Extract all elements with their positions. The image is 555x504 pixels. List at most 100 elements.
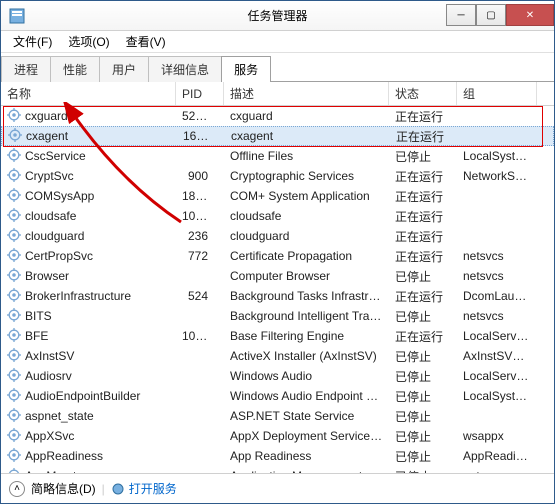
service-group: LocalService... — [457, 329, 537, 343]
service-desc: Certificate Propagation — [224, 249, 389, 263]
tab-users[interactable]: 用户 — [99, 56, 149, 82]
tab-services[interactable]: 服务 — [221, 56, 271, 82]
gear-icon — [7, 388, 21, 405]
gear-icon — [7, 148, 21, 165]
table-row[interactable]: cloudguard236cloudguard正在运行 — [1, 226, 554, 246]
service-group: wsappx — [457, 429, 537, 443]
table-row[interactable]: BrokerInfrastructure 524Background Tasks … — [1, 286, 554, 306]
service-desc: Offline Files — [224, 149, 389, 163]
menu-view[interactable]: 查看(V) — [118, 31, 174, 52]
service-pid: 1696 — [177, 129, 225, 143]
table-row[interactable]: CscServiceOffline Files已停止LocalSystem... — [1, 146, 554, 166]
service-desc: Computer Browser — [224, 269, 389, 283]
table-row[interactable]: AppXSvcAppX Deployment Service (A...已停止w… — [1, 426, 554, 446]
service-pid: 772 — [176, 249, 224, 263]
table-row[interactable]: BFE1008Base Filtering Engine正在运行LocalSer… — [1, 326, 554, 346]
service-status: 已停止 — [389, 448, 457, 465]
minimize-button[interactable]: ─ — [446, 4, 476, 26]
gear-icon — [7, 228, 21, 245]
service-pid: 1828 — [176, 189, 224, 203]
service-status: 正在运行 — [390, 128, 458, 145]
col-header-desc[interactable]: 描述 — [224, 82, 389, 105]
gear-icon — [7, 108, 21, 125]
service-desc: cloudsafe — [224, 209, 389, 223]
service-pid: 524 — [176, 289, 224, 303]
service-name: AudioEndpointBuilder — [25, 389, 140, 403]
service-status: 已停止 — [389, 148, 457, 165]
table-row[interactable]: AudiosrvWindows Audio已停止LocalService... — [1, 366, 554, 386]
service-group: netsvcs — [457, 269, 537, 283]
service-pid: 1072 — [176, 209, 224, 223]
service-group: LocalSystem... — [457, 149, 537, 163]
service-pid: 236 — [176, 229, 224, 243]
service-desc: ASP.NET State Service — [224, 409, 389, 423]
table-row[interactable]: AudioEndpointBuilder Windows Audio Endpoi… — [1, 386, 554, 406]
service-name: AppXSvc — [25, 429, 74, 443]
service-group: AppReadiness — [457, 449, 537, 463]
service-name: CertPropSvc — [25, 249, 93, 263]
service-status: 已停止 — [389, 368, 457, 385]
gear-icon — [8, 128, 22, 145]
open-services-link[interactable]: 打开服务 — [111, 480, 177, 497]
service-desc: Windows Audio Endpoint Buil... — [224, 389, 389, 403]
tab-processes[interactable]: 进程 — [1, 56, 51, 82]
gear-icon — [7, 368, 21, 385]
service-name: BrokerInfrastructure — [25, 289, 131, 303]
table-row[interactable]: cxagent1696cxagent正在运行 — [1, 126, 554, 146]
table-row[interactable]: CryptSvc900Cryptographic Services正在运行Net… — [1, 166, 554, 186]
table-row[interactable]: COMSysApp1828COM+ System Application正在运行 — [1, 186, 554, 206]
tab-details[interactable]: 详细信息 — [148, 56, 222, 82]
gear-icon — [7, 348, 21, 365]
service-pid: 1008 — [176, 329, 224, 343]
service-desc: Base Filtering Engine — [224, 329, 389, 343]
service-group: AxInstSVGroup — [457, 349, 537, 363]
service-desc: Background Intelligent Transf... — [224, 309, 389, 323]
tab-performance[interactable]: 性能 — [50, 56, 100, 82]
service-desc: Background Tasks Infrastruct... — [224, 289, 389, 303]
table-row[interactable]: cloudsafe1072cloudsafe正在运行 — [1, 206, 554, 226]
service-group: LocalSystem... — [457, 389, 537, 403]
table-row[interactable]: CertPropSvc772Certificate Propagation正在运… — [1, 246, 554, 266]
service-status: 已停止 — [389, 308, 457, 325]
service-status: 已停止 — [389, 268, 457, 285]
service-status: 已停止 — [389, 348, 457, 365]
service-pid: 900 — [176, 169, 224, 183]
service-status: 正在运行 — [389, 228, 457, 245]
service-name: cxagent — [26, 129, 68, 143]
table-row[interactable]: Browser Computer Browser已停止netsvcs — [1, 266, 554, 286]
title-bar[interactable]: 任务管理器 ─ ▢ ✕ — [1, 1, 554, 31]
table-row[interactable]: BITS Background Intelligent Transf...已停止n… — [1, 306, 554, 326]
maximize-button[interactable]: ▢ — [476, 4, 506, 26]
table-row[interactable]: aspnet_stateASP.NET State Service已停止 — [1, 406, 554, 426]
gear-icon — [7, 268, 21, 285]
table-row[interactable]: AxInstSVActiveX Installer (AxInstSV)已停止A… — [1, 346, 554, 366]
gear-icon — [7, 248, 21, 265]
col-header-name[interactable]: 名称 — [1, 82, 176, 105]
tab-bar: 进程 性能 用户 详细信息 服务 — [1, 55, 554, 82]
service-group: netsvcs — [457, 249, 537, 263]
col-header-status[interactable]: 状态 — [389, 82, 457, 105]
service-group: netsvcs — [457, 309, 537, 323]
menu-file[interactable]: 文件(F) — [5, 31, 60, 52]
service-desc: COM+ System Application — [224, 189, 389, 203]
table-header: 名称 PID 描述 状态 组 — [1, 82, 554, 106]
service-desc: cxguard — [224, 109, 389, 123]
gear-icon — [7, 328, 21, 345]
service-name: Browser — [25, 269, 69, 283]
service-status: 正在运行 — [389, 168, 457, 185]
table-row[interactable]: AppReadinessApp Readiness已停止AppReadiness — [1, 446, 554, 466]
chevron-up-icon[interactable]: ˄ — [9, 481, 25, 497]
col-header-pid[interactable]: PID — [176, 82, 224, 105]
service-desc: ActiveX Installer (AxInstSV) — [224, 349, 389, 363]
close-button[interactable]: ✕ — [506, 4, 554, 26]
col-header-group[interactable]: 组 — [457, 82, 537, 105]
services-table: 名称 PID 描述 状态 组 cxguard5212cxguard正在运行 cxa… — [1, 82, 554, 480]
service-name: BITS — [25, 309, 52, 323]
service-desc: Cryptographic Services — [224, 169, 389, 183]
service-status: 正在运行 — [389, 188, 457, 205]
service-status: 已停止 — [389, 408, 457, 425]
gear-icon — [7, 448, 21, 465]
menu-options[interactable]: 选项(O) — [60, 31, 117, 52]
table-row[interactable]: cxguard5212cxguard正在运行 — [1, 106, 554, 126]
fewer-details-link[interactable]: 简略信息(D) — [31, 480, 96, 497]
